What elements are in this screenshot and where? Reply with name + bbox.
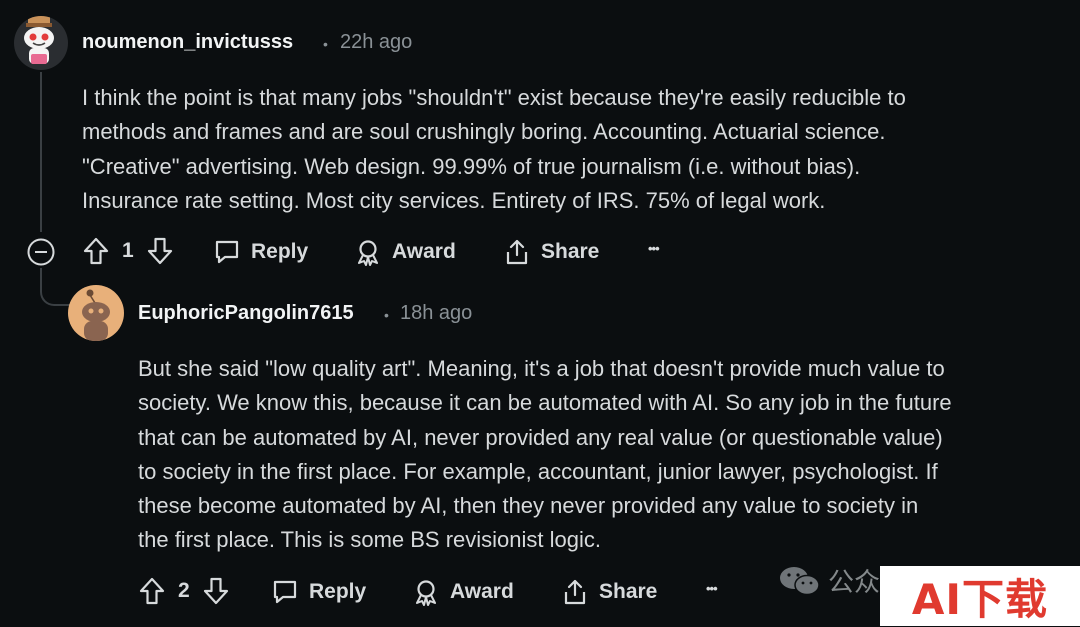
comment-bubble-icon — [213, 238, 241, 266]
award-label: Award — [392, 240, 456, 263]
wechat-icon — [778, 563, 822, 599]
ai-download-logo: AI下载 — [880, 566, 1080, 626]
ai-download-logo-text: AI下载 — [911, 574, 1049, 624]
comment-body-line: But she said "low quality art". Meaning,… — [138, 356, 945, 381]
comment-timestamp[interactable]: 22h ago — [340, 31, 412, 54]
avatar[interactable] — [68, 285, 124, 341]
comment-body-line: "Creative" advertising. Web design. 99.9… — [82, 153, 861, 179]
share-button[interactable]: Share — [561, 578, 657, 606]
comment-body-line: these become automated by AI, then they … — [138, 493, 919, 519]
share-icon — [561, 578, 589, 606]
separator-dot: • — [323, 36, 328, 52]
vote-count: 1 — [122, 239, 134, 262]
reply-button[interactable]: Reply — [213, 238, 308, 266]
award-button[interactable]: Award — [412, 578, 514, 606]
award-icon — [412, 578, 440, 606]
comment-body-line: the first place. This is some BS revisio… — [138, 527, 601, 553]
upvote-icon[interactable] — [82, 236, 110, 266]
comment-body: But she said "low quality art". Meaning,… — [138, 352, 1073, 558]
downvote-icon[interactable] — [202, 576, 230, 606]
share-label: Share — [541, 240, 600, 263]
avatar[interactable] — [14, 16, 68, 70]
comment-timestamp[interactable]: 18h ago — [400, 302, 472, 325]
separator-dot: • — [384, 307, 389, 323]
comment-body-line: methods and frames and are soul crushing… — [82, 119, 886, 145]
comment-body: I think the point is that many jobs "sho… — [82, 81, 1072, 218]
vote-count: 2 — [178, 579, 190, 602]
vote-controls: 2 — [138, 576, 230, 606]
snoo-avatar-icon — [82, 289, 110, 341]
comment-body-line: I think the point is that many jobs "sho… — [82, 85, 906, 110]
comment-username[interactable]: noumenon_invictusss — [82, 31, 293, 54]
thread-line-curve — [40, 268, 70, 306]
collapse-button[interactable] — [26, 237, 56, 267]
reply-label: Reply — [309, 580, 367, 603]
reply-button[interactable]: Reply — [271, 578, 366, 606]
comment-body-line: Insurance rate setting. Most city servic… — [82, 187, 826, 213]
wechat-watermark: 公众 — [778, 562, 880, 599]
upvote-icon[interactable] — [138, 576, 166, 606]
comment-body-line: that can be automated by AI, never provi… — [138, 424, 943, 450]
comment-username[interactable]: EuphoricPangolin7615 — [138, 302, 354, 325]
more-options-button[interactable]: ••• — [706, 581, 718, 596]
award-label: Award — [450, 580, 514, 603]
more-options-button[interactable]: ••• — [648, 241, 660, 256]
comment-bubble-icon — [271, 578, 299, 606]
vote-controls: 1 — [82, 236, 174, 266]
comment-body-line: society. We know this, because it can be… — [138, 390, 952, 416]
share-label: Share — [599, 580, 658, 603]
comment-body-line: to society in the first place. For examp… — [138, 458, 938, 484]
thread-line-main — [40, 72, 42, 232]
award-icon — [354, 238, 382, 266]
downvote-icon[interactable] — [146, 236, 174, 266]
share-icon — [503, 238, 531, 266]
share-button[interactable]: Share — [503, 238, 599, 266]
collapse-minus-icon — [27, 238, 55, 266]
reply-label: Reply — [251, 240, 309, 263]
wechat-watermark-text: 公众 — [828, 568, 881, 598]
award-button[interactable]: Award — [354, 238, 456, 266]
snoo-avatar-icon — [24, 16, 54, 64]
